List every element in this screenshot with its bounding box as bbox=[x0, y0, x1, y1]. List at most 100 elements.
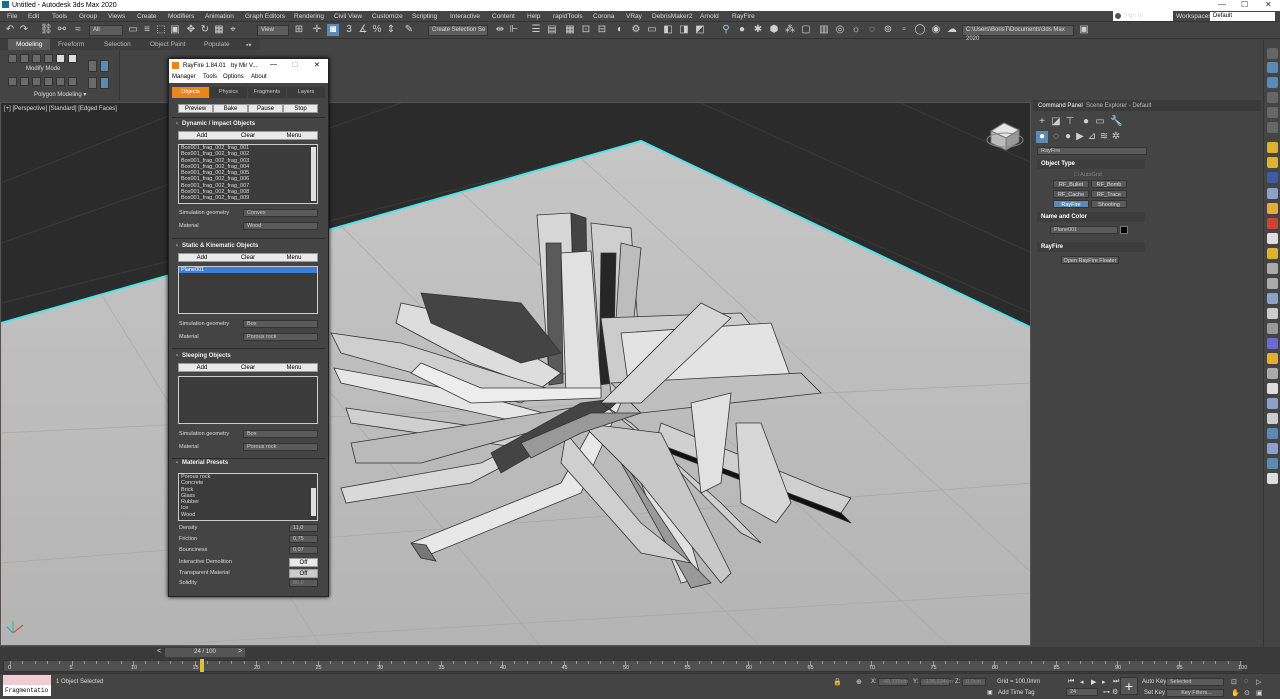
selection-filter-dropdown[interactable]: All bbox=[89, 25, 123, 36]
list-item[interactable]: Box001_frag_002_frag_009 bbox=[179, 195, 317, 201]
transparent-material-toggle[interactable]: Off bbox=[289, 569, 318, 578]
link-icon[interactable]: ⛓ bbox=[40, 24, 53, 36]
render-setup-icon[interactable]: ⚙ bbox=[630, 24, 642, 36]
snaps-toggle-icon[interactable]: 3 bbox=[343, 24, 355, 36]
timeline-next-icon[interactable]: > bbox=[238, 648, 242, 655]
tab-populate[interactable]: Populate bbox=[204, 41, 230, 48]
workspace-dropdown[interactable]: Default bbox=[1210, 12, 1275, 21]
vray-plane-icon[interactable]: ▫ bbox=[898, 24, 910, 36]
tab-selection[interactable]: Selection bbox=[104, 41, 131, 48]
vertex-mode-icon[interactable] bbox=[8, 54, 17, 63]
maxscript-listener-input[interactable]: Fragmentatio bbox=[3, 685, 51, 696]
rayfire-close-icon[interactable]: ✕ bbox=[314, 61, 320, 69]
key-mode-icon[interactable]: ⊶ bbox=[1103, 688, 1110, 696]
object-color-swatch[interactable] bbox=[1120, 226, 1128, 234]
project-folder-icon[interactable]: ▣ bbox=[1078, 24, 1090, 36]
tab-freeform[interactable]: Freeform bbox=[58, 41, 84, 48]
tool-29-icon[interactable] bbox=[1267, 473, 1278, 484]
sleeping-objects-rollout[interactable]: Sleeping Objects bbox=[172, 351, 325, 361]
time-config-icon[interactable]: ⚙ bbox=[1112, 688, 1118, 696]
tool-10-icon[interactable] bbox=[1267, 188, 1278, 199]
rf-bomb-button[interactable]: RF_Bomb bbox=[1091, 180, 1127, 188]
rayfire-minimize-icon[interactable]: — bbox=[270, 61, 277, 68]
maxscript-listener-output[interactable] bbox=[3, 675, 51, 685]
scale-icon[interactable]: ▦ bbox=[213, 24, 225, 36]
close-icon[interactable]: ✕ bbox=[1265, 0, 1272, 9]
select-manipulate-icon[interactable]: ✛ bbox=[311, 24, 323, 36]
key-mode-dropdown[interactable]: Selected bbox=[1166, 678, 1224, 686]
lights-icon[interactable]: ● bbox=[1062, 131, 1074, 143]
cameras-icon[interactable]: ▶ bbox=[1074, 131, 1086, 143]
ribbon-options-icon[interactable]: ▪▾ bbox=[246, 41, 252, 49]
menu-content[interactable]: Content bbox=[492, 13, 515, 20]
sleeping-material-dropdown[interactable]: Porous rock bbox=[243, 443, 318, 451]
rendered-frame-icon[interactable]: ▭ bbox=[646, 24, 658, 36]
ribbon-tool-5-icon[interactable] bbox=[56, 77, 65, 86]
tool-26-icon[interactable] bbox=[1267, 428, 1278, 439]
systems-icon[interactable]: ✲ bbox=[1110, 131, 1122, 143]
menu-rapidtools[interactable]: rapidTools bbox=[553, 13, 583, 20]
tool-23-icon[interactable] bbox=[1267, 383, 1278, 394]
rf-trace-button[interactable]: RF_Trace bbox=[1091, 190, 1127, 198]
rayfire-titlebar[interactable]: RayFire 1.84.01 by Mir V... — ☐ ✕ bbox=[169, 59, 328, 73]
menu-views[interactable]: Views bbox=[108, 13, 125, 20]
pause-button[interactable]: Pause bbox=[248, 104, 283, 113]
next-frame-icon[interactable]: ▸ bbox=[1102, 678, 1106, 686]
set-key-button[interactable]: Set Key bbox=[1144, 690, 1165, 696]
curve-editor-icon[interactable]: ⊡ bbox=[580, 24, 592, 36]
rayfire-button[interactable]: RayFire bbox=[1053, 200, 1089, 208]
play-icon[interactable]: ▶ bbox=[1091, 678, 1096, 686]
layer-explorer-icon[interactable]: ▤ bbox=[546, 24, 558, 36]
density-spinner[interactable]: 11,0 bbox=[289, 524, 318, 532]
menu-debrismaker[interactable]: DebrisMaker2 bbox=[652, 13, 692, 20]
rf-cache-button[interactable]: RF_Cache bbox=[1053, 190, 1089, 198]
menu-rayfire[interactable]: RayFire bbox=[732, 13, 755, 20]
percent-snap-icon[interactable]: % bbox=[371, 24, 383, 36]
select-by-name-icon[interactable]: ≡ bbox=[141, 24, 153, 36]
zoom-extents-icon[interactable]: ⊡ bbox=[1231, 678, 1237, 686]
menu-graph-editors[interactable]: Graph Editors bbox=[245, 13, 285, 20]
dynamic-objects-rollout[interactable]: Dynamic / Impact Objects bbox=[172, 119, 325, 129]
render-production-icon[interactable]: ◧ bbox=[662, 24, 674, 36]
sleeping-clear-button[interactable]: Clear bbox=[225, 364, 271, 372]
friction-spinner[interactable]: 0,75 bbox=[289, 535, 318, 543]
rf-menu-manager[interactable]: Manager bbox=[172, 74, 196, 80]
current-frame-marker[interactable] bbox=[200, 659, 204, 672]
field-of-view-icon[interactable]: ▷ bbox=[1256, 678, 1261, 686]
static-simgeo-dropdown[interactable]: Box bbox=[243, 320, 318, 328]
dynamic-clear-button[interactable]: Clear bbox=[225, 132, 271, 140]
vray-render-icon[interactable]: ▥ bbox=[818, 24, 830, 36]
ribbon-tool-1-icon[interactable] bbox=[8, 77, 17, 86]
dynamic-menu-button[interactable]: Menu bbox=[271, 132, 317, 140]
dynamic-add-button[interactable]: Add bbox=[179, 132, 225, 140]
rf-menu-options[interactable]: Options bbox=[223, 74, 244, 80]
reference-coordinate-dropdown[interactable]: View bbox=[257, 25, 289, 36]
orbit-subobject-icon[interactable]: ⊙ bbox=[1244, 689, 1250, 697]
viewport-label[interactable]: [+] [Perspective] [Standard] [Edged Face… bbox=[4, 106, 117, 112]
lock-selection-icon[interactable]: 🔒 bbox=[833, 678, 842, 686]
select-object-icon[interactable]: ▭ bbox=[127, 24, 139, 36]
name-and-color-rollout[interactable]: Name and Color bbox=[1037, 212, 1145, 222]
named-selection-dropdown[interactable]: Create Selection Se bbox=[428, 25, 488, 36]
tool-9-icon[interactable] bbox=[1267, 172, 1278, 183]
sleeping-objects-list[interactable] bbox=[178, 376, 318, 424]
rf-tab-fragments[interactable]: Fragments bbox=[248, 87, 286, 98]
pan-icon[interactable]: ✋ bbox=[1231, 689, 1240, 697]
material-presets-rollout[interactable]: Material Presets bbox=[172, 458, 325, 468]
menu-tools[interactable]: Tools bbox=[52, 13, 67, 20]
rf-menu-tools[interactable]: Tools bbox=[203, 74, 217, 80]
polygon-mode-icon[interactable] bbox=[44, 54, 53, 63]
signin-dropdown[interactable]: Sign In bbox=[1113, 11, 1173, 21]
tab-object-paint[interactable]: Object Paint bbox=[150, 41, 185, 48]
interactive-demolition-toggle[interactable]: Off bbox=[289, 558, 318, 567]
menu-modifiers[interactable]: Modifiers bbox=[168, 13, 194, 20]
tool-28-icon[interactable] bbox=[1267, 458, 1278, 469]
edge-mode-icon[interactable] bbox=[20, 54, 29, 63]
edit-named-selection-icon[interactable]: ✎ bbox=[403, 24, 415, 36]
stop-button[interactable]: Stop bbox=[283, 104, 318, 113]
bounciness-spinner[interactable]: 0,07 bbox=[289, 546, 318, 554]
maximize-icon[interactable]: ☐ bbox=[1241, 0, 1248, 9]
corona-light-icon[interactable]: ⚲ bbox=[720, 24, 732, 36]
element-mode-icon[interactable] bbox=[56, 54, 65, 63]
minimize-icon[interactable]: — bbox=[1218, 0, 1226, 9]
